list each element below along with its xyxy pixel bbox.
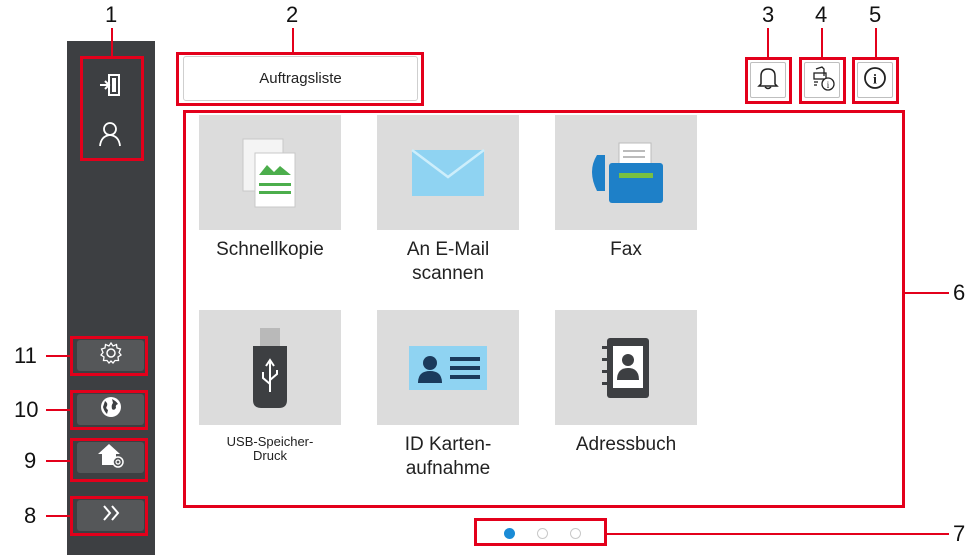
callout-box-4 bbox=[799, 57, 846, 104]
callout-box-11 bbox=[70, 336, 148, 376]
callout-box-7 bbox=[474, 518, 607, 546]
leader-7 bbox=[607, 533, 949, 535]
callout-box-10 bbox=[70, 390, 148, 430]
leader-11 bbox=[46, 355, 70, 357]
callout-number-4: 4 bbox=[815, 2, 828, 27]
callout-number-10: 10 bbox=[14, 397, 39, 422]
leader-1 bbox=[111, 28, 113, 56]
callout-box-8 bbox=[70, 496, 148, 536]
callout-number-5: 5 bbox=[869, 2, 882, 27]
leader-9 bbox=[46, 460, 70, 462]
callout-box-5 bbox=[852, 57, 899, 104]
callout-box-3 bbox=[745, 57, 792, 104]
callout-box-9 bbox=[70, 438, 148, 482]
leader-5 bbox=[875, 28, 877, 57]
callout-box-6 bbox=[183, 110, 905, 508]
callout-number-6: 6 bbox=[953, 280, 966, 305]
callout-number-9: 9 bbox=[24, 448, 37, 473]
leader-4 bbox=[821, 28, 823, 57]
callout-box-1 bbox=[80, 56, 144, 161]
leader-2 bbox=[292, 28, 294, 52]
leader-10 bbox=[46, 409, 70, 411]
callout-number-8: 8 bbox=[24, 503, 37, 528]
callout-number-1: 1 bbox=[105, 2, 118, 27]
callout-number-3: 3 bbox=[762, 2, 775, 27]
leader-3 bbox=[767, 28, 769, 57]
callout-box-2 bbox=[176, 52, 424, 106]
callout-number-7: 7 bbox=[953, 521, 966, 546]
callout-number-11: 11 bbox=[14, 343, 37, 368]
callout-number-2: 2 bbox=[286, 2, 299, 27]
leader-8 bbox=[46, 515, 70, 517]
leader-6 bbox=[905, 292, 949, 294]
